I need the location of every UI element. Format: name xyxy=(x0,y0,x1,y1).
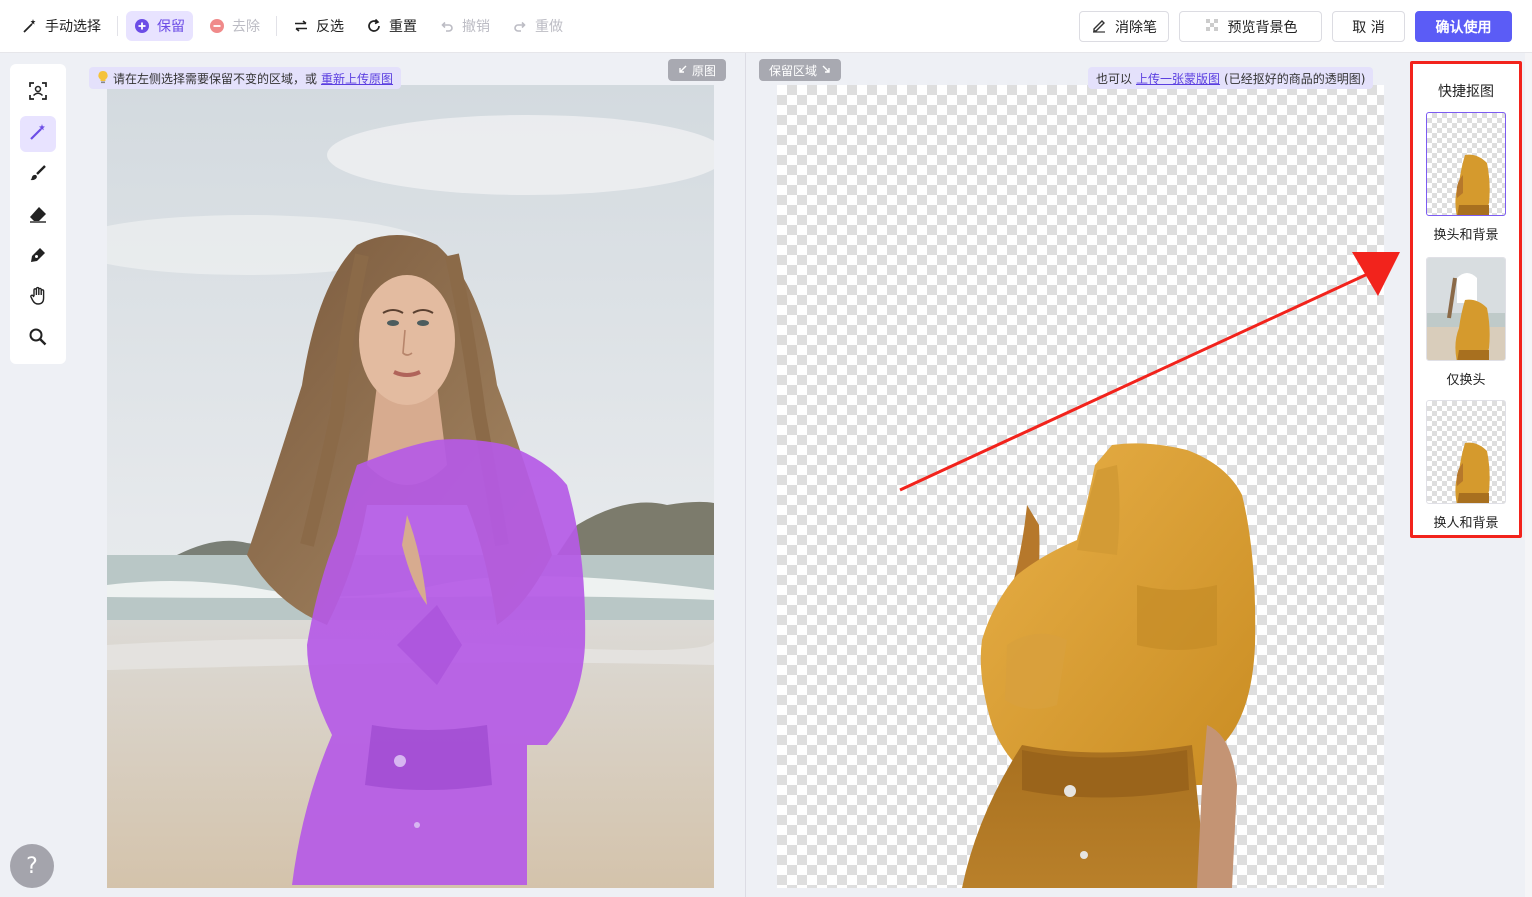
right-hint-prefix: 也可以 xyxy=(1096,71,1133,86)
brush-icon xyxy=(28,163,48,187)
quick-option-swap-person-and-background[interactable]: 换人和背景 xyxy=(1426,400,1506,531)
tool-magic-wand[interactable] xyxy=(20,116,56,152)
plus-circle-icon xyxy=(134,18,150,34)
scan-select-icon xyxy=(28,81,48,105)
redo-label: 重做 xyxy=(535,19,563,35)
kept-area-panel: 保留区域 也可以 上传一张蒙版图 (已经抠好的商品的透明图) xyxy=(746,53,1408,897)
quick-cutout-panel: 快捷抠图 换头和背景 仅换头 换人和背景 xyxy=(1410,61,1522,538)
magic-wand-icon xyxy=(28,122,48,146)
magic-wand-icon xyxy=(22,18,38,34)
undo-icon xyxy=(439,18,455,34)
expand-arrow-icon xyxy=(821,63,831,77)
eraser-pen-label: 消除笔 xyxy=(1115,19,1157,36)
help-label: ? xyxy=(26,853,38,879)
tool-eraser[interactable] xyxy=(20,198,56,234)
minus-circle-icon xyxy=(209,18,225,34)
option-thumbnail xyxy=(1426,257,1506,361)
confirm-button[interactable]: 确认使用 xyxy=(1415,11,1512,42)
left-hint-text: 请在左侧选择需要保留不变的区域，或 xyxy=(113,71,318,86)
confirm-label: 确认使用 xyxy=(1435,19,1492,36)
invert-label: 反选 xyxy=(316,19,344,35)
keep-label: 保留 xyxy=(157,19,185,35)
help-button[interactable]: ? xyxy=(10,844,54,888)
pen-icon xyxy=(28,245,48,269)
lightbulb-icon xyxy=(97,70,109,87)
zoom-icon xyxy=(28,327,48,351)
kept-area-tag[interactable]: 保留区域 xyxy=(759,59,842,81)
top-toolbar: 手动选择 保留 去除 反选 重置 撤销 重做 消除笔 预览背景色 取 消 确认使… xyxy=(0,0,1532,53)
reupload-original-link[interactable]: 重新上传原图 xyxy=(321,70,393,87)
eraser-pen-button[interactable]: 消除笔 xyxy=(1079,11,1169,42)
manual-select-label: 手动选择 xyxy=(45,19,101,35)
quick-option-label: 换人和背景 xyxy=(1433,516,1499,531)
upload-mask-link[interactable]: 上传一张蒙版图 xyxy=(1136,70,1220,87)
swap-arrows-icon xyxy=(293,18,309,34)
remove-label: 去除 xyxy=(232,19,260,35)
option-thumbnail xyxy=(1426,112,1506,216)
keep-button[interactable]: 保留 xyxy=(126,11,193,41)
quick-cutout-title: 快捷抠图 xyxy=(1438,84,1494,100)
toolbar-divider xyxy=(276,16,277,36)
preview-background-button[interactable]: 预览背景色 xyxy=(1179,11,1322,42)
invert-button[interactable]: 反选 xyxy=(285,11,352,41)
tool-hand[interactable] xyxy=(20,280,56,316)
cancel-label: 取 消 xyxy=(1352,19,1385,36)
reset-button[interactable]: 重置 xyxy=(358,11,425,41)
remove-button[interactable]: 去除 xyxy=(201,11,268,41)
manual-select-button[interactable]: 手动选择 xyxy=(14,11,109,41)
collapse-arrow-icon xyxy=(678,63,688,77)
undo-button[interactable]: 撤销 xyxy=(431,11,498,41)
original-tag[interactable]: 原图 xyxy=(668,59,727,81)
right-hint: 也可以 上传一张蒙版图 (已经抠好的商品的透明图) xyxy=(1088,67,1374,89)
toolbar-divider xyxy=(117,16,118,36)
hand-icon xyxy=(28,286,48,310)
tool-pen[interactable] xyxy=(20,239,56,275)
kept-area-preview[interactable] xyxy=(777,85,1384,888)
page-scrollbar[interactable] xyxy=(1525,53,1532,897)
original-tag-label: 原图 xyxy=(692,63,717,78)
quick-option-swap-head-and-background[interactable]: 换头和背景 xyxy=(1426,112,1506,243)
cancel-button[interactable]: 取 消 xyxy=(1332,11,1405,42)
quick-option-swap-head-only[interactable]: 仅换头 xyxy=(1426,257,1506,388)
kept-area-tag-label: 保留区域 xyxy=(769,63,818,78)
original-panel: 请在左侧选择需要保留不变的区域，或 重新上传原图 原图 xyxy=(76,53,745,897)
tool-palette xyxy=(10,64,66,364)
original-photo-canvas[interactable] xyxy=(107,85,714,888)
tool-brush[interactable] xyxy=(20,157,56,193)
eraser-icon xyxy=(28,204,48,228)
tool-auto-select[interactable] xyxy=(20,75,56,111)
checker-icon xyxy=(1204,17,1220,37)
refresh-icon xyxy=(366,18,382,34)
quick-option-label: 换头和背景 xyxy=(1433,228,1499,243)
left-hint: 请在左侧选择需要保留不变的区域，或 重新上传原图 xyxy=(89,67,402,89)
eraser-pen-icon xyxy=(1091,17,1107,37)
right-hint-suffix: (已经抠好的商品的透明图) xyxy=(1224,71,1366,86)
tool-zoom[interactable] xyxy=(20,321,56,357)
reset-label: 重置 xyxy=(389,19,417,35)
undo-label: 撤销 xyxy=(462,19,490,35)
redo-icon xyxy=(512,18,528,34)
option-thumbnail xyxy=(1426,400,1506,504)
preview-background-label: 预览背景色 xyxy=(1227,19,1298,36)
redo-button[interactable]: 重做 xyxy=(504,11,571,41)
quick-option-label: 仅换头 xyxy=(1446,373,1486,388)
